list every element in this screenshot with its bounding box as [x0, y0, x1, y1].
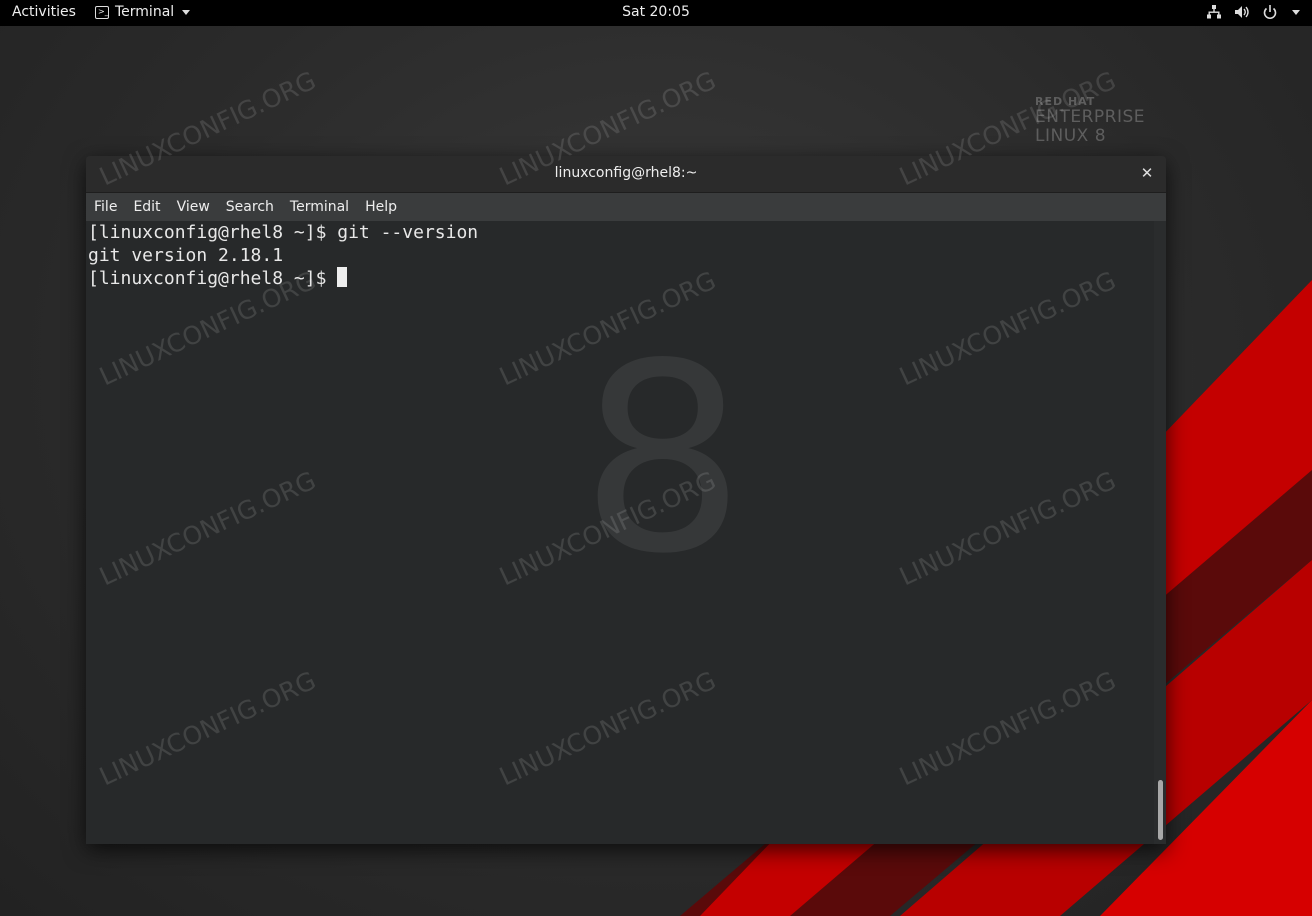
- brand-line-2: ENTERPRISE: [1035, 107, 1146, 127]
- menu-bar: File Edit View Search Terminal Help: [86, 193, 1166, 221]
- system-tray[interactable]: [1206, 3, 1300, 21]
- chevron-down-icon: [182, 9, 191, 15]
- chevron-down-icon[interactable]: [1292, 9, 1300, 15]
- volume-icon[interactable]: [1234, 3, 1250, 21]
- desktop: RED HAT ENTERPRISE LINUX 8 Activities >_…: [0, 0, 1312, 916]
- network-icon[interactable]: [1206, 3, 1222, 21]
- window-titlebar[interactable]: linuxconfig@rhel8:~ ✕: [86, 156, 1166, 193]
- menu-help[interactable]: Help: [357, 199, 405, 215]
- activities-button[interactable]: Activities: [12, 4, 76, 20]
- menu-terminal[interactable]: Terminal: [282, 199, 357, 215]
- terminal-icon: >_: [95, 5, 109, 19]
- terminal-body[interactable]: [linuxconfig@rhel8 ~]$ git --version git…: [86, 221, 1154, 844]
- top-bar: Activities >_ Terminal Sat 20:05: [0, 0, 1312, 26]
- clock[interactable]: Sat 20:05: [622, 4, 690, 20]
- close-icon[interactable]: ✕: [1138, 164, 1156, 182]
- window-title: linuxconfig@rhel8:~: [554, 165, 698, 181]
- menu-search[interactable]: Search: [218, 199, 282, 215]
- menu-file[interactable]: File: [86, 199, 125, 215]
- scrollbar-thumb[interactable]: [1158, 780, 1163, 840]
- menu-view[interactable]: View: [169, 199, 218, 215]
- menu-edit[interactable]: Edit: [125, 199, 168, 215]
- terminal-output[interactable]: [linuxconfig@rhel8 ~]$ git --version git…: [88, 221, 478, 290]
- app-menu-label: Terminal: [115, 4, 175, 20]
- power-icon[interactable]: [1262, 3, 1278, 21]
- scrollbar[interactable]: [1154, 221, 1166, 844]
- app-menu-button[interactable]: >_ Terminal: [95, 4, 191, 20]
- terminal-line-3: [linuxconfig@rhel8 ~]$: [88, 268, 338, 289]
- terminal-window[interactable]: linuxconfig@rhel8:~ ✕ File Edit View Sea…: [86, 156, 1166, 844]
- brand-line-3: LINUX 8: [1035, 126, 1107, 146]
- terminal-line-2: git version 2.18.1: [88, 245, 284, 266]
- redhat-logo: RED HAT ENTERPRISE LINUX 8: [1035, 96, 1145, 145]
- terminal-line-1: [linuxconfig@rhel8 ~]$ git --version: [88, 222, 479, 243]
- brand-line-1: RED HAT: [1035, 95, 1096, 108]
- terminal-cursor: [337, 267, 348, 287]
